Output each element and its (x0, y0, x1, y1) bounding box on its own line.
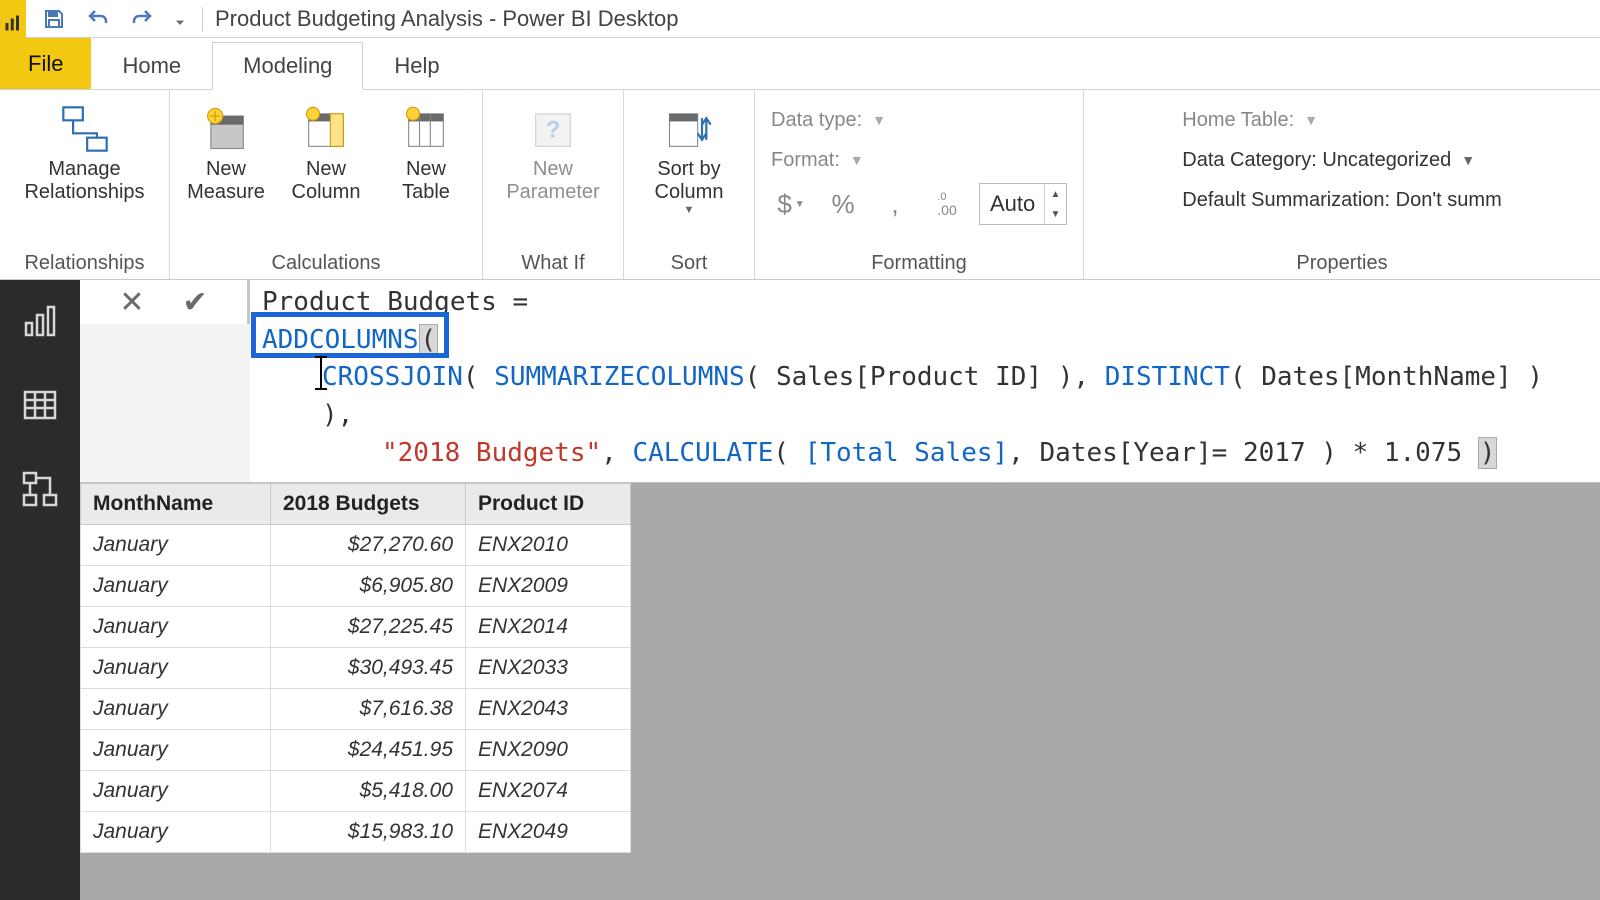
tab-home[interactable]: Home (91, 42, 212, 90)
group-sort-label: Sort (671, 248, 708, 275)
save-icon[interactable] (38, 3, 70, 35)
qat-dropdown-icon[interactable] (170, 3, 190, 35)
sort-by-column-button[interactable]: Sort by Column ▼ (634, 96, 744, 216)
data-view-icon[interactable] (17, 382, 63, 428)
commit-formula-icon[interactable]: ✔ (183, 285, 208, 320)
new-column-label: New Column (292, 158, 361, 204)
data-category-dropdown[interactable]: Data Category: Uncategorized▼ (1182, 140, 1501, 180)
tab-modeling[interactable]: Modeling (212, 42, 363, 90)
window-title: Product Budgeting Analysis - Power BI De… (215, 6, 678, 32)
group-properties-label: Properties (1296, 248, 1387, 275)
table-row[interactable]: January$6,905.80ENX2009 (81, 566, 631, 607)
table-row[interactable]: January$30,493.45ENX2033 (81, 648, 631, 689)
table-header-row: MonthName 2018 Budgets Product ID (81, 484, 631, 525)
thousands-button[interactable]: , (875, 184, 915, 224)
new-parameter-icon: ? (526, 102, 580, 156)
table-row[interactable]: January$27,270.60ENX2010 (81, 525, 631, 566)
manage-relationships-icon (58, 102, 112, 156)
col-header-productid[interactable]: Product ID (466, 484, 631, 525)
new-table-label: New Table (402, 158, 450, 204)
new-measure-button[interactable]: New Measure (180, 96, 272, 204)
sort-label: Sort by Column (655, 158, 724, 204)
text-cursor (320, 356, 322, 390)
new-column-icon (299, 102, 353, 156)
percent-button[interactable]: % (823, 184, 863, 224)
table-row[interactable]: January$27,225.45ENX2014 (81, 607, 631, 648)
data-table[interactable]: MonthName 2018 Budgets Product ID Januar… (80, 483, 631, 853)
table-row[interactable]: January$24,451.95ENX2090 (81, 730, 631, 771)
new-table-button[interactable]: New Table (380, 96, 472, 204)
titlebar: Product Budgeting Analysis - Power BI De… (0, 0, 1600, 38)
app-logo (0, 0, 26, 38)
ribbon: Manage Relationships Relationships New M… (0, 90, 1600, 280)
format-dropdown[interactable]: Format:▼ (771, 140, 1067, 180)
manage-relationships-label: Manage Relationships (24, 158, 144, 204)
cancel-formula-icon[interactable]: ✕ (119, 285, 144, 320)
data-type-dropdown[interactable]: Data type:▼ (771, 100, 1067, 140)
undo-icon[interactable] (82, 3, 114, 35)
sort-icon (662, 102, 716, 156)
data-table-area: MonthName 2018 Budgets Product ID Januar… (80, 483, 1600, 900)
new-column-button[interactable]: New Column (280, 96, 372, 204)
group-whatif-label: What If (521, 248, 584, 275)
table-row[interactable]: January$5,418.00ENX2074 (81, 771, 631, 812)
group-formatting-label: Formatting (871, 248, 967, 275)
formula-bar: ✕ ✔ Product Budgets = ADDCOLUMNS( CROSSJ… (80, 280, 1600, 483)
decimals-icon: .0.00 (927, 184, 967, 224)
new-measure-label: New Measure (187, 158, 265, 204)
report-view-icon[interactable] (17, 298, 63, 344)
table-row[interactable]: January$15,983.10ENX2049 (81, 812, 631, 853)
new-table-icon (399, 102, 453, 156)
col-header-budgets[interactable]: 2018 Budgets (271, 484, 466, 525)
quick-access-toolbar (26, 3, 202, 35)
tab-help[interactable]: Help (363, 42, 470, 90)
default-summarization-dropdown[interactable]: Default Summarization: Don't summ (1182, 180, 1501, 220)
formula-editor[interactable]: Product Budgets = ADDCOLUMNS( CROSSJOIN(… (250, 280, 1600, 482)
new-measure-icon (199, 102, 253, 156)
group-relationships-label: Relationships (24, 248, 144, 275)
work-area: ✕ ✔ Product Budgets = ADDCOLUMNS( CROSSJ… (0, 280, 1600, 900)
new-parameter-button[interactable]: ? New Parameter (493, 96, 613, 204)
home-table-dropdown[interactable]: Home Table:▼ (1182, 100, 1501, 140)
tab-file[interactable]: File (0, 38, 91, 90)
chevron-down-icon: ▼ (684, 204, 695, 216)
table-row[interactable]: January$7,616.38ENX2043 (81, 689, 631, 730)
col-header-monthname[interactable]: MonthName (81, 484, 271, 525)
redo-icon[interactable] (126, 3, 158, 35)
manage-relationships-button[interactable]: Manage Relationships (10, 96, 160, 204)
view-switcher (0, 280, 80, 900)
ribbon-tabs: File Home Modeling Help (0, 38, 1600, 90)
group-calculations-label: Calculations (272, 248, 381, 275)
model-view-icon[interactable] (17, 466, 63, 512)
svg-text:?: ? (546, 117, 561, 144)
currency-button[interactable]: $▼ (771, 184, 811, 224)
new-parameter-label: New Parameter (506, 158, 599, 204)
decimal-places-stepper[interactable]: Auto ▲▼ (979, 183, 1067, 225)
